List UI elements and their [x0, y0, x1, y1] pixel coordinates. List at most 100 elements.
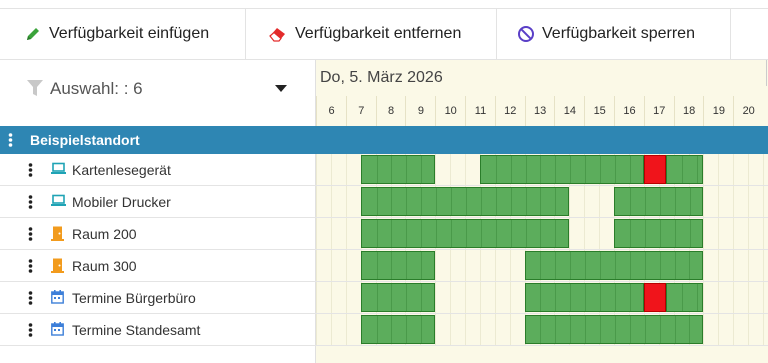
block-availability-button[interactable]: Verfügbarkeit sperren: [497, 9, 731, 59]
grid-line: [748, 218, 750, 249]
grid-line: [748, 250, 750, 281]
availability-slot[interactable]: [360, 219, 570, 248]
blocked-slot[interactable]: [643, 283, 667, 312]
availability-slot[interactable]: [360, 315, 436, 344]
grid-line: [330, 282, 332, 313]
slot-divider: [555, 316, 557, 343]
resource-row: Termine Standesamt: [0, 314, 768, 346]
drag-handle-icon[interactable]: [28, 163, 33, 177]
slot-divider: [555, 188, 557, 215]
slot-divider: [376, 284, 378, 311]
slot-divider: [540, 188, 542, 215]
grid-line: [450, 314, 452, 345]
availability-slot[interactable]: [360, 155, 436, 184]
availability-slot[interactable]: [614, 187, 704, 216]
blocked-slot[interactable]: [643, 155, 667, 184]
slot-divider: [480, 220, 482, 247]
slot-divider: [421, 316, 423, 343]
availability-slot[interactable]: [524, 315, 704, 344]
slot-divider: [451, 188, 453, 215]
resource-timeline[interactable]: [316, 218, 768, 249]
slot-divider: [570, 284, 572, 311]
slot-divider: [689, 316, 691, 343]
slot-divider: [480, 188, 482, 215]
grid-line: [465, 314, 466, 345]
availability-slot[interactable]: [360, 283, 436, 312]
availability-slot[interactable]: [614, 219, 704, 248]
grid-line: [763, 282, 764, 313]
availability-slot[interactable]: [666, 155, 704, 184]
availability-slot[interactable]: [360, 251, 436, 280]
slot-divider: [644, 252, 646, 279]
slot-divider: [674, 188, 676, 215]
drag-handle-icon[interactable]: [8, 133, 13, 147]
availability-slot[interactable]: [360, 187, 570, 216]
grid-line: [316, 154, 317, 185]
slot-divider: [659, 316, 661, 343]
selection-filter[interactable]: Auswahl: : 6: [0, 60, 316, 126]
resource-row: Raum 200: [0, 218, 768, 250]
slot-divider: [525, 220, 527, 247]
hour-scale: 6 7 8 9 10 11 12 13 14 15 16 17 18 19 20: [316, 96, 768, 126]
grid-line: [763, 250, 764, 281]
grid-line: [748, 154, 750, 185]
drag-handle-icon[interactable]: [28, 291, 33, 305]
slot-divider: [696, 284, 698, 311]
slot-divider: [659, 252, 661, 279]
door-icon: [51, 226, 64, 246]
grid-line: [509, 314, 511, 345]
slot-divider: [585, 316, 587, 343]
slot-divider: [585, 284, 587, 311]
block-availability-label: Verfügbarkeit sperren: [542, 25, 695, 42]
timeline-header: Do, 5. März 2026 6 7 8 9 10 11 12 13 14 15 16 17 18 1…: [316, 60, 768, 126]
hour-label: 10: [435, 96, 465, 126]
slot-divider: [510, 188, 512, 215]
door-icon: [51, 258, 64, 278]
grid-line: [450, 250, 452, 281]
hour-label: 20: [733, 96, 763, 126]
slot-divider: [421, 156, 423, 183]
hour-label: 14: [554, 96, 584, 126]
grid-line: [763, 154, 764, 185]
grid-line: [748, 282, 750, 313]
location-group-header[interactable]: Beispielstandort: [0, 126, 768, 154]
grid-line: [703, 186, 705, 217]
insert-availability-button[interactable]: Verfügbarkeit einfügen: [0, 9, 246, 59]
grid-line: [703, 314, 705, 345]
resource-timeline[interactable]: [316, 154, 768, 185]
slot-divider: [540, 284, 542, 311]
availability-slot[interactable]: [479, 155, 644, 184]
resource-timeline[interactable]: [316, 314, 768, 345]
slot-divider: [525, 188, 527, 215]
grid-line: [479, 314, 481, 345]
drag-handle-icon[interactable]: [28, 195, 33, 209]
resource-name: Mobiler Drucker: [72, 194, 171, 210]
grid-line: [703, 154, 705, 185]
resource-label-cell: Termine Standesamt: [0, 314, 316, 345]
remove-availability-button[interactable]: Verfügbarkeit entfernen: [246, 9, 497, 59]
grid-line: [435, 314, 437, 345]
laptop-icon: [51, 162, 66, 180]
slot-divider: [614, 252, 616, 279]
resource-timeline[interactable]: [316, 282, 768, 313]
slot-divider: [674, 220, 676, 247]
slot-divider: [555, 284, 557, 311]
chevron-down-icon[interactable]: [275, 85, 287, 92]
slot-divider: [600, 284, 602, 311]
availability-slot[interactable]: [524, 251, 704, 280]
resource-timeline[interactable]: [316, 250, 768, 281]
grid-line: [718, 186, 720, 217]
drag-handle-icon[interactable]: [28, 227, 33, 241]
resource-label-cell: Kartenlesegerät: [0, 154, 316, 185]
resource-timeline[interactable]: [316, 186, 768, 217]
resource-label-cell: Termine Bürgerbüro: [0, 282, 316, 313]
resource-name: Raum 300: [72, 258, 137, 274]
slot-divider: [406, 188, 408, 215]
slot-divider: [495, 156, 497, 183]
availability-slot[interactable]: [666, 283, 704, 312]
availability-slot[interactable]: [524, 283, 644, 312]
slot-divider: [406, 156, 408, 183]
drag-handle-icon[interactable]: [28, 323, 33, 337]
drag-handle-icon[interactable]: [28, 259, 33, 273]
grid-line: [345, 250, 347, 281]
